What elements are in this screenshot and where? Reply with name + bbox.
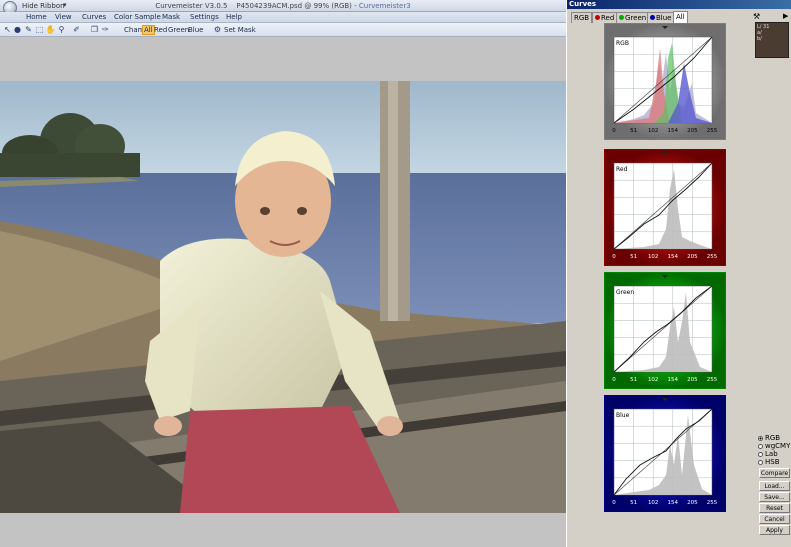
- x-tick-label: 205: [687, 254, 698, 260]
- x-tick-label: 154: [668, 254, 679, 260]
- curve-graph-blue[interactable]: Blue 0 51 102 154 205 255: [603, 394, 727, 513]
- tab-rgb[interactable]: RGB: [571, 12, 593, 23]
- menu-color-sample[interactable]: Color Sample: [114, 13, 161, 21]
- red-dot-icon: [595, 15, 600, 20]
- x-tick-label: 0: [612, 128, 616, 134]
- curve-graph-rgb[interactable]: RGB 0 51 102 154 205 255: [603, 22, 727, 141]
- pointer-tool-icon[interactable]: ↖: [3, 25, 12, 34]
- x-tick-label: 0: [612, 254, 616, 260]
- window-titlebar: Hide Ribbon ▾ Curvemeister V3.0.5 P45042…: [0, 0, 566, 15]
- color-preview: L/ 31 a/ b/: [755, 22, 789, 58]
- hand-tool-icon[interactable]: ✋: [46, 25, 56, 34]
- curves-panel: Curves RGB Red Green Blue All RGB 0 51 102 1…: [566, 0, 791, 547]
- x-tick-label: 154: [668, 377, 679, 383]
- x-tick-label: 51: [630, 128, 637, 134]
- cancel-button[interactable]: Cancel: [759, 514, 790, 524]
- green-dot-icon: [619, 15, 624, 20]
- curve-graph-svg: RGB 0 51 102 154 205 255: [603, 22, 727, 141]
- copy-tool-icon[interactable]: ❐: [90, 25, 99, 34]
- graph-label: RGB: [616, 40, 629, 47]
- x-tick-label: 205: [687, 377, 698, 383]
- title-app: Curvemeister V3.0.5: [155, 2, 228, 10]
- photo-image: [0, 81, 566, 513]
- menu-curves[interactable]: Curves: [82, 13, 106, 21]
- set-mask-button[interactable]: Set Mask: [224, 26, 256, 34]
- graph-label: Blue: [616, 412, 630, 419]
- x-tick-label: 0: [612, 377, 616, 383]
- menu-home[interactable]: Home: [26, 13, 47, 21]
- title-file: P4504239ACM.psd @ 99% (RGB): [236, 2, 352, 10]
- menu-help[interactable]: Help: [226, 13, 242, 21]
- red-button[interactable]: Red: [154, 26, 167, 34]
- window-title: Curvemeister V3.0.5 P4504239ACM.psd @ 99…: [155, 2, 411, 10]
- menu-bar: Home View Curves Color Sample Mask Setti…: [0, 12, 566, 23]
- x-tick-label: 154: [668, 128, 679, 134]
- compare-button[interactable]: Compare: [759, 468, 790, 478]
- radio-wgcmyk[interactable]: wgCMYK: [758, 442, 791, 450]
- blue-button[interactable]: Blue: [188, 26, 204, 34]
- x-tick-label: 102: [648, 500, 659, 506]
- menu-settings[interactable]: Settings: [190, 13, 219, 21]
- x-tick-label: 51: [630, 377, 637, 383]
- menu-mask[interactable]: Mask: [162, 13, 180, 21]
- curve-graph-svg: Blue 0 51 102 154 205 255: [603, 394, 727, 513]
- photo-canvas[interactable]: [0, 81, 566, 513]
- zoom-tool-icon[interactable]: ⚲: [57, 25, 66, 34]
- graph-label: Red: [616, 166, 628, 173]
- load-button[interactable]: Load...: [759, 481, 790, 491]
- x-tick-label: 255: [707, 500, 718, 506]
- blue-dot-icon: [650, 15, 655, 20]
- reset-button[interactable]: Reset: [759, 503, 790, 513]
- radio-hsb[interactable]: HSB: [758, 458, 791, 466]
- curve-graph-svg: Green 0 51 102 154 205 255: [603, 271, 727, 390]
- title-sub: Curvemeister3: [358, 2, 411, 10]
- wrench-icon[interactable]: ⚒: [753, 12, 760, 21]
- wand-tool-icon[interactable]: ✎: [24, 25, 33, 34]
- x-tick-label: 102: [648, 254, 659, 260]
- toolbar: ↖ ● ✎ ⬚ ✋ ⚲ ✐ ❐ ✑ Cham All Red Green Blu…: [0, 23, 566, 37]
- tab-all[interactable]: All: [673, 11, 688, 23]
- x-tick-label: 102: [648, 128, 659, 134]
- dropper-tool-icon[interactable]: ✑: [101, 25, 110, 34]
- curve-graph-red[interactable]: Red 0 51 102 154 205 255: [603, 148, 727, 267]
- x-tick-label: 51: [630, 500, 637, 506]
- radio-lab[interactable]: Lab: [758, 450, 791, 458]
- all-button[interactable]: All: [142, 25, 155, 35]
- curve-graph-svg: Red 0 51 102 154 205 255: [603, 148, 727, 267]
- x-tick-label: 154: [668, 500, 679, 506]
- x-tick-label: 255: [707, 377, 718, 383]
- color-mode-group: RGB wgCMYK Lab HSB: [758, 434, 791, 466]
- x-tick-label: 255: [707, 254, 718, 260]
- x-tick-label: 51: [630, 254, 637, 260]
- x-tick-label: 0: [612, 500, 616, 506]
- menu-view[interactable]: View: [55, 13, 72, 21]
- x-tick-label: 205: [687, 500, 698, 506]
- green-button[interactable]: Green: [168, 26, 189, 34]
- curve-graph-green[interactable]: Green 0 51 102 154 205 255: [603, 271, 727, 390]
- x-tick-label: 255: [707, 128, 718, 134]
- x-tick-label: 205: [687, 128, 698, 134]
- eyes-tool-icon[interactable]: ●: [13, 25, 22, 34]
- tab-red[interactable]: Red: [592, 12, 618, 23]
- curves-panel-title: Curves: [567, 0, 791, 9]
- select-tool-icon[interactable]: ⬚: [35, 25, 44, 34]
- tab-blue[interactable]: Blue: [647, 12, 675, 23]
- graph-label: Green: [616, 289, 634, 296]
- mask-icon: ⚙: [213, 25, 222, 34]
- preview-b: b/: [757, 36, 762, 42]
- apply-button[interactable]: Apply: [759, 525, 790, 535]
- tab-green[interactable]: Green: [616, 12, 650, 23]
- eyedropper-tool-icon[interactable]: ✐: [72, 25, 81, 34]
- arrow-right-icon[interactable]: ▶: [783, 12, 788, 20]
- radio-rgb[interactable]: RGB: [758, 434, 791, 442]
- x-tick-label: 102: [648, 377, 659, 383]
- save-button[interactable]: Save...: [759, 492, 790, 502]
